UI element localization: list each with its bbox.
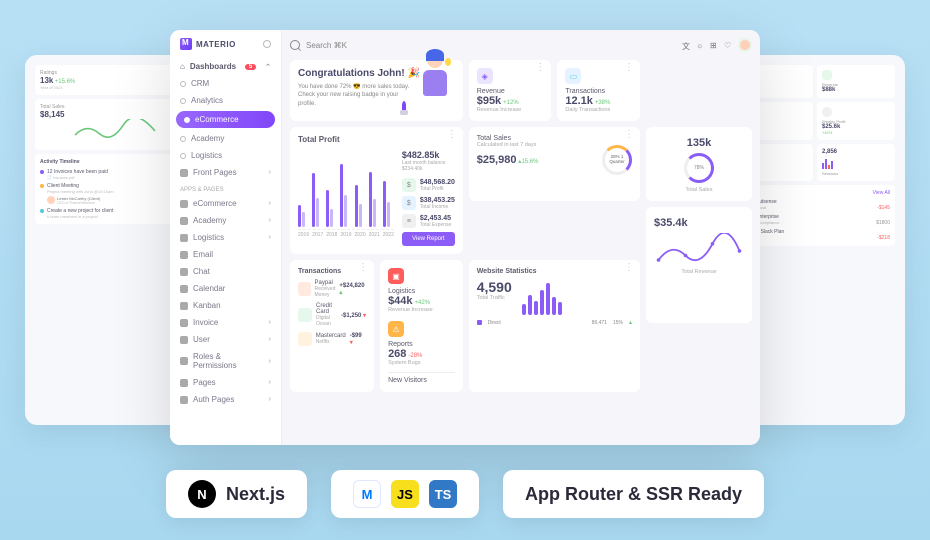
truck-icon: ▣ — [388, 268, 404, 284]
collapse-icon[interactable] — [263, 40, 271, 48]
nav-auth[interactable]: Auth Pages› — [170, 391, 281, 408]
more-icon[interactable]: ⋮ — [624, 266, 634, 270]
notification-icon[interactable]: ♡ — [724, 41, 733, 50]
more-icon[interactable]: ⋮ — [358, 266, 368, 270]
nav-invoice[interactable]: Invoice› — [170, 314, 281, 331]
view-report-button[interactable]: View Report — [402, 232, 455, 246]
transaction-row[interactable]: MastercardNetflix-$99 ▾ — [298, 332, 366, 346]
topbar: Search ⌘K 文 ☼ ⊞ ♡ — [290, 38, 752, 52]
total-profit-card: ⋮ Total Profit 2016201720182019202020212… — [290, 127, 463, 254]
more-icon[interactable]: ⋮ — [535, 66, 545, 70]
revenue-line-chart — [654, 233, 744, 269]
transactions-list-card: ⋮ Transactions PaypalReceived Money+$24,… — [290, 260, 374, 392]
brand-logo[interactable]: MATERIO — [170, 38, 281, 58]
nav-ecommerce[interactable]: eCommerce — [176, 111, 275, 128]
nav-academy-app[interactable]: Academy› — [170, 212, 281, 229]
nav-calendar[interactable]: Calendar — [170, 280, 281, 297]
main-content: Search ⌘K 文 ☼ ⊞ ♡ Congratulations John! … — [282, 30, 760, 445]
total-sales-small-card: 135k 78% Total Sales — [646, 127, 752, 201]
more-icon[interactable]: ⋮ — [624, 66, 634, 70]
congrats-card: Congratulations John! 🎉 You have done 72… — [290, 60, 463, 121]
nav-analytics[interactable]: Analytics — [170, 92, 281, 109]
nav-logistics[interactable]: Logistics — [170, 147, 281, 164]
tech-stack-pill: M JS TS — [331, 470, 479, 518]
card-icon: ▭ — [565, 68, 581, 84]
mui-icon: M — [353, 480, 381, 508]
logistics-card: ▣ Logistics $44k +42% Revenue Increase ⚠… — [380, 260, 463, 392]
sidebar: MATERIO ⌂Dashboards5⌃ CRM Analytics eCom… — [170, 30, 282, 445]
nav-badge: 5 — [245, 64, 256, 70]
nav-dashboards[interactable]: ⌂Dashboards5⌃ — [170, 58, 281, 75]
nav-academy[interactable]: Academy — [170, 130, 281, 147]
theme-icon[interactable]: ☼ — [696, 41, 705, 50]
calendar-icon — [180, 285, 188, 293]
avatar[interactable] — [738, 38, 752, 52]
total-sales-card: ⋮ Total Sales Calculated in last 7 days … — [469, 127, 640, 201]
file-icon — [180, 379, 188, 387]
nav-user[interactable]: User› — [170, 331, 281, 348]
chevron-up-icon: ⌃ — [265, 63, 271, 71]
invoice-icon — [180, 319, 188, 327]
revenue-card: ⋮ ◈ Revenue $95k +12% Revenue Increase — [469, 60, 552, 121]
cart-icon — [180, 200, 188, 208]
home-icon: ⌂ — [180, 62, 185, 71]
plant-illustration — [400, 101, 408, 115]
total-revenue-card: $35.4k Total Revenue — [646, 207, 752, 323]
brand-name: MATERIO — [196, 40, 236, 49]
more-icon[interactable]: ⋮ — [447, 133, 457, 137]
tech-pills: N Next.js M JS TS App Router & SSR Ready — [0, 470, 930, 518]
trend-up-icon: ▴ — [629, 319, 632, 326]
ts-icon: TS — [429, 480, 457, 508]
nextjs-icon: N — [188, 480, 216, 508]
donut-chart: 28% 1 Quarter — [602, 145, 632, 175]
js-icon: JS — [391, 480, 419, 508]
user-icon — [180, 336, 188, 344]
nav-email[interactable]: Email — [170, 246, 281, 263]
nav-kanban[interactable]: Kanban — [170, 297, 281, 314]
profit-title: Total Profit — [298, 135, 455, 144]
nav-ecommerce-app[interactable]: eCommerce› — [170, 195, 281, 212]
pages-icon — [180, 169, 188, 177]
nav-section-apps: Apps & Pages — [170, 181, 281, 195]
nav-chat[interactable]: Chat — [170, 263, 281, 280]
cube-icon: ◈ — [477, 68, 493, 84]
main-dashboard-window: MATERIO ⌂Dashboards5⌃ CRM Analytics eCom… — [170, 30, 760, 445]
legend-dot — [477, 320, 482, 325]
more-icon[interactable]: ⋮ — [624, 133, 634, 137]
transaction-row[interactable]: PaypalReceived Money+$24,820 ▴ — [298, 280, 366, 298]
nextjs-pill: N Next.js — [166, 470, 307, 518]
transactions-card: ⋮ ▭ Transactions 12.1k +38% Daily Transa… — [557, 60, 640, 121]
bug-icon: ⚠ — [388, 321, 404, 337]
progress-ring: 78% — [684, 153, 714, 183]
apps-icon[interactable]: ⊞ — [710, 41, 719, 50]
profit-bar-chart — [298, 150, 394, 230]
traffic-bar-chart — [522, 279, 562, 315]
kanban-icon — [180, 302, 188, 310]
features-pill: App Router & SSR Ready — [503, 470, 764, 518]
nav-crm[interactable]: CRM — [170, 75, 281, 92]
search-input[interactable]: Search ⌘K — [306, 41, 347, 50]
traffic-row: Direct 86,471 15% ▴ — [477, 319, 632, 326]
website-statistics-card: ⋮ Website Statistics 4,590 Total Traffic… — [469, 260, 640, 392]
chat-icon — [180, 268, 188, 276]
nav-front-pages[interactable]: Front Pages› — [170, 164, 281, 181]
mail-icon — [180, 251, 188, 259]
lock-icon — [180, 396, 188, 404]
truck-icon — [180, 234, 188, 242]
language-icon[interactable]: 文 — [682, 41, 691, 50]
nav-roles[interactable]: Roles & Permissions› — [170, 348, 281, 374]
shield-icon — [180, 357, 188, 365]
transaction-row[interactable]: Credit CardDigital Ocean-$1,250 ▾ — [298, 303, 366, 327]
person-illustration — [415, 52, 455, 112]
logo-icon — [180, 38, 192, 50]
search-icon[interactable] — [290, 40, 300, 50]
nav-pages[interactable]: Pages› — [170, 374, 281, 391]
nav-logistics-app[interactable]: Logistics› — [170, 229, 281, 246]
chevron-right-icon: › — [269, 169, 271, 176]
book-icon — [180, 217, 188, 225]
